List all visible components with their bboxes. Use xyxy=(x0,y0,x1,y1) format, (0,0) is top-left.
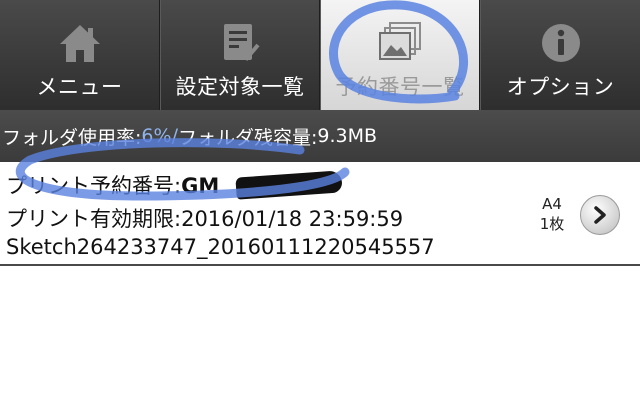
tab-bar: メニュー 設定対象一覧 予約番号一覧 オプション xyxy=(0,0,640,110)
reservation-number-label: プリント予約番号: xyxy=(6,174,182,198)
tab-options[interactable]: オプション xyxy=(480,0,640,110)
tab-settings-list[interactable]: 設定対象一覧 xyxy=(160,0,320,110)
redaction-mark xyxy=(235,170,343,200)
file-name: Sketch264233747_20160111220545557 xyxy=(6,235,435,259)
tab-reservation-list[interactable]: 予約番号一覧 xyxy=(320,0,480,110)
reservation-number-line: プリント予約番号:GM xyxy=(6,170,219,200)
home-icon xyxy=(56,20,104,66)
chevron-right-icon xyxy=(594,206,606,224)
folder-remaining-label: フォルダ残容量: xyxy=(177,126,318,149)
expiry-value: 2016/01/18 23:59:59 xyxy=(181,207,404,231)
folder-status-bar: フォルダ使用率: 6% / フォルダ残容量: 9.3MB xyxy=(0,110,640,162)
folder-remaining-value: 9.3MB xyxy=(317,125,378,147)
copy-count: 1枚 xyxy=(539,215,565,233)
tab-settings-list-label: 設定対象一覧 xyxy=(175,75,305,99)
tab-menu[interactable]: メニュー xyxy=(0,0,160,110)
folder-usage-value: 6% xyxy=(141,125,172,147)
detail-arrow-button[interactable] xyxy=(580,195,620,235)
checklist-icon xyxy=(216,20,264,66)
tab-reservation-list-label: 予約番号一覧 xyxy=(335,75,465,99)
info-icon xyxy=(537,20,585,66)
tab-options-label: オプション xyxy=(506,75,615,99)
expiry-line: プリント有効期限:2016/01/18 23:59:59 xyxy=(6,203,403,233)
reservation-number-value: GM xyxy=(181,174,220,198)
tab-menu-label: メニュー xyxy=(36,75,123,99)
list-item[interactable]: プリント予約番号:GM プリント有効期限:2016/01/18 23:59:59… xyxy=(0,162,640,266)
paper-size: A4 xyxy=(542,195,562,213)
image-stack-icon xyxy=(376,20,424,66)
print-meta: A4 1枚 xyxy=(537,194,567,234)
folder-usage-label: フォルダ使用率: xyxy=(2,126,142,149)
expiry-label: プリント有効期限: xyxy=(6,207,182,231)
